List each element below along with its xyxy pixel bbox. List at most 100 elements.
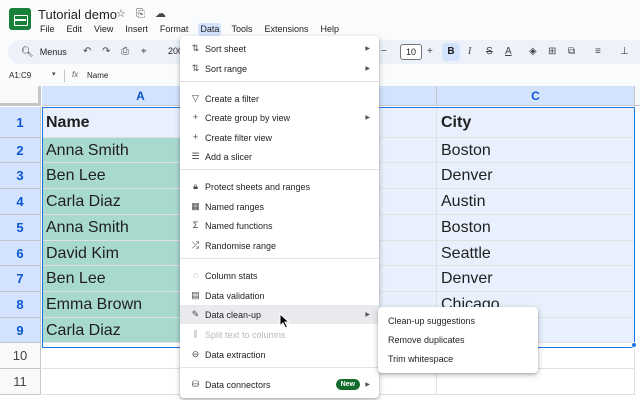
column-header-c[interactable]: C: [437, 86, 635, 106]
cell-c7[interactable]: Denver: [437, 266, 635, 292]
menu-item-named-functions[interactable]: Σ Named functions: [180, 216, 379, 235]
menu-extensions[interactable]: Extensions: [262, 23, 310, 36]
row-header-10[interactable]: 10: [0, 343, 41, 369]
wand-icon: ✎: [191, 309, 200, 319]
bulb-icon: ◌: [192, 270, 199, 280]
menu-item-label: Create group by view: [205, 113, 291, 123]
increase-font-size-icon[interactable]: +: [427, 45, 433, 59]
menu-item-label: Named ranges: [205, 202, 265, 212]
menu-item-data-extraction[interactable]: ⊖ Data extraction: [180, 345, 379, 364]
menu-item-label: Data extraction: [205, 350, 266, 360]
bold-button[interactable]: B: [442, 43, 460, 61]
chevron-down-icon[interactable]: ▾: [52, 70, 56, 78]
cell-c3[interactable]: Denver: [437, 163, 635, 189]
menu-item-sort-sheet[interactable]: ⇅ Sort sheet ▶: [180, 39, 379, 58]
menu-insert[interactable]: Insert: [123, 23, 150, 36]
data-cleanup-submenu: Clean-up suggestions Remove duplicates T…: [378, 307, 538, 373]
menu-help[interactable]: Help: [318, 23, 341, 36]
cell-c1[interactable]: City: [437, 107, 635, 138]
print-icon[interactable]: ⎙: [121, 45, 129, 59]
plus-icon: +: [192, 112, 199, 122]
undo-icon[interactable]: ↶: [83, 45, 91, 59]
menu-file[interactable]: File: [38, 23, 57, 36]
menu-item-create-filter[interactable]: ▽ Create a filter: [180, 89, 379, 108]
menus-label: Menus: [39, 47, 67, 57]
italic-icon[interactable]: I: [468, 45, 471, 59]
slicer-icon: ☰: [191, 151, 200, 161]
sheets-logo-icon[interactable]: [9, 8, 31, 30]
submenu-item-label: Remove duplicates: [388, 335, 465, 345]
menu-item-create-group-by-view[interactable]: + Create group by view ▶: [180, 108, 379, 127]
mouse-cursor-icon: [279, 313, 291, 329]
cell-c4[interactable]: Austin: [437, 189, 635, 215]
submenu-arrow-icon: ▶: [365, 115, 370, 121]
cell-c6[interactable]: Seattle: [437, 241, 635, 266]
decrease-font-size-icon[interactable]: −: [381, 45, 387, 59]
menu-item-add-slicer[interactable]: ☰ Add a slicer: [180, 147, 379, 166]
vertical-align-icon[interactable]: ⊥: [620, 45, 629, 59]
row-header-5[interactable]: 5: [0, 215, 41, 241]
document-title[interactable]: Tutorial demo: [38, 7, 117, 22]
row-header-4[interactable]: 4: [0, 189, 41, 215]
row-header-7[interactable]: 7: [0, 266, 41, 292]
row-header-2[interactable]: 2: [0, 138, 41, 163]
borders-icon[interactable]: ⊞: [548, 45, 556, 59]
row-header-3[interactable]: 3: [0, 163, 41, 189]
select-all-corner[interactable]: [0, 86, 41, 106]
font-size-input[interactable]: 10: [400, 44, 422, 60]
merge-cells-icon[interactable]: ⧉: [568, 45, 575, 59]
menu-tools[interactable]: Tools: [229, 23, 254, 36]
menu-item-label: Data connectors: [205, 380, 271, 390]
redo-icon[interactable]: ↷: [102, 45, 110, 59]
menu-item-create-filter-view[interactable]: + Create filter view: [180, 128, 379, 147]
name-box[interactable]: A1:C9: [9, 71, 31, 80]
sort-icon: ⇅: [191, 43, 200, 53]
sigma-icon: Σ: [192, 220, 199, 230]
menu-item-sort-range[interactable]: ⇅ Sort range ▶: [180, 59, 379, 78]
submenu-item-label: Trim whitespace: [388, 354, 454, 364]
formula-input[interactable]: Name: [87, 71, 108, 80]
row-header-11[interactable]: 11: [0, 369, 41, 395]
menu-format[interactable]: Format: [158, 23, 191, 36]
move-folder-icon[interactable]: ⎘: [136, 7, 145, 21]
cell-c5[interactable]: Boston: [437, 215, 635, 241]
menu-item-label: Create filter view: [205, 133, 273, 143]
menu-item-protect-sheets[interactable]: 🔒︎ Protect sheets and ranges: [180, 177, 379, 196]
lock-icon: 🔒︎: [193, 181, 198, 191]
menu-item-label: Sort range: [205, 64, 248, 74]
menus-button[interactable]: 🔍︎ Menus: [15, 43, 75, 61]
star-icon[interactable]: ☆: [116, 7, 126, 21]
text-color-icon[interactable]: A: [505, 45, 512, 59]
menu-item-randomise-range[interactable]: ⤮ Randomise range: [180, 236, 379, 255]
menu-item-data-connectors[interactable]: ⛁ Data connectors New ▶: [180, 375, 379, 394]
row-header-6[interactable]: 6: [0, 241, 41, 266]
menu-item-label: Protect sheets and ranges: [205, 182, 311, 192]
menu-separator: [180, 258, 379, 259]
row-header-8[interactable]: 8: [0, 292, 41, 318]
submenu-item-cleanup-suggestions[interactable]: Clean-up suggestions: [378, 311, 538, 330]
menu-data[interactable]: Data: [198, 23, 222, 36]
submenu-item-remove-duplicates[interactable]: Remove duplicates: [378, 330, 538, 349]
menu-item-column-stats[interactable]: ◌ Column stats: [180, 266, 379, 285]
menu-view[interactable]: View: [92, 23, 115, 36]
row-header-9[interactable]: 9: [0, 318, 41, 343]
menu-item-named-ranges[interactable]: ▦ Named ranges: [180, 197, 379, 216]
row-header-1[interactable]: 1: [0, 107, 41, 138]
cell-c2[interactable]: Boston: [437, 138, 635, 163]
horizontal-align-icon[interactable]: ≡: [595, 45, 601, 59]
search-icon: 🔍︎: [21, 46, 34, 58]
paint-format-icon[interactable]: ⌖: [141, 45, 147, 59]
strikethrough-icon[interactable]: S: [486, 45, 493, 59]
menu-separator: [180, 81, 379, 82]
cloud-status-icon[interactable]: ☁: [155, 7, 166, 21]
column-header-d[interactable]: [635, 86, 640, 106]
fx-icon: fx: [72, 70, 79, 79]
menu-edit[interactable]: Edit: [65, 23, 85, 36]
menu-separator: [180, 169, 379, 170]
menu-item-data-validation[interactable]: ▤ Data validation: [180, 286, 379, 305]
menu-item-label: Randomise range: [205, 241, 277, 251]
menu-item-label: Create a filter: [205, 94, 260, 104]
submenu-item-trim-whitespace[interactable]: Trim whitespace: [378, 349, 538, 368]
fill-color-icon[interactable]: ◈: [529, 45, 537, 59]
selection-fill-handle[interactable]: [631, 342, 637, 348]
